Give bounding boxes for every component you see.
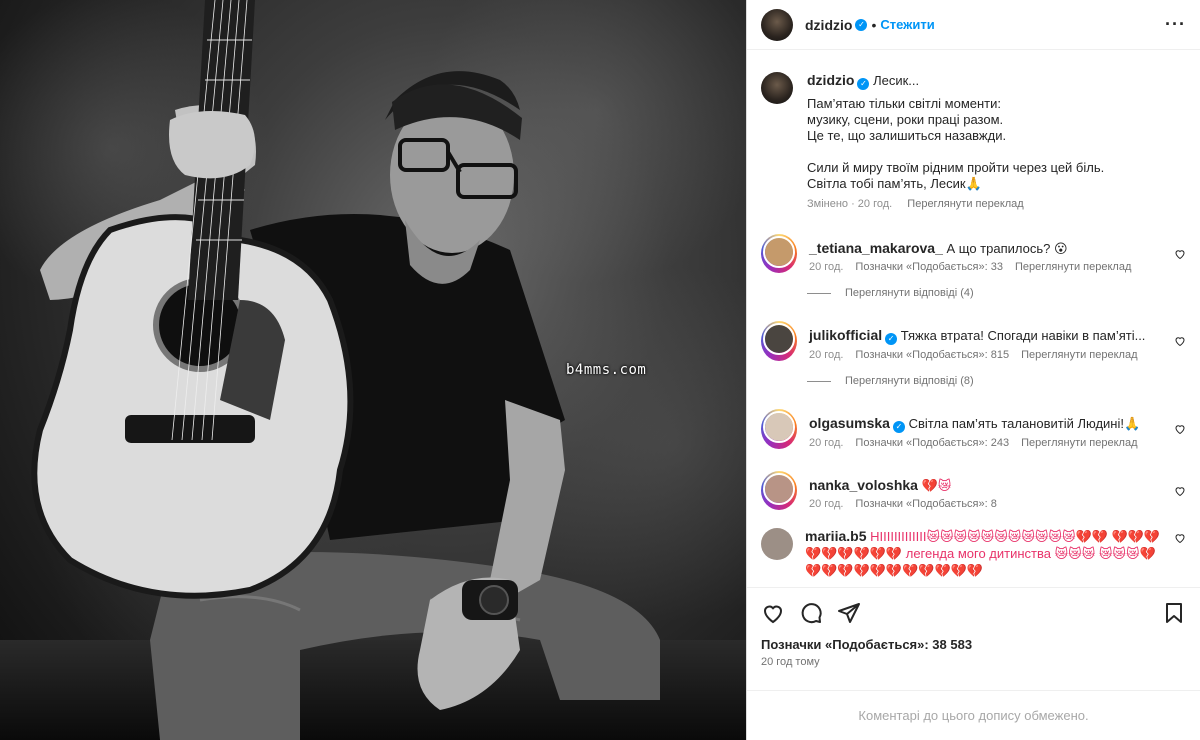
comment-translate-link[interactable]: Переглянути переклад bbox=[1021, 437, 1137, 449]
view-replies-label: Переглянути відповіді (8) bbox=[845, 375, 974, 387]
comment: _tetiana_makarova_ А що трапилось? 😮 20 … bbox=[761, 234, 1186, 273]
caption-edited: Змінено · 20 год. bbox=[807, 198, 893, 210]
caption-line: Пам’ятаю тільки світлі моменти: bbox=[807, 96, 1001, 111]
comment-username[interactable]: olgasumska bbox=[809, 415, 890, 431]
caption-line: музику, сцени, роки праці разом. bbox=[807, 112, 1004, 127]
view-replies-button[interactable]: Переглянути відповіді (8) bbox=[807, 375, 1186, 387]
verified-badge-icon: ✓ bbox=[892, 421, 905, 433]
comment-likes[interactable]: Позначки «Подобається»: 815 bbox=[855, 349, 1009, 361]
comment-text: 💔😿 bbox=[921, 478, 952, 493]
caption-meta: Змінено · 20 год. Переглянути переклад bbox=[807, 196, 1104, 212]
comment-time: 20 год. bbox=[809, 261, 844, 273]
likes-count[interactable]: Позначки «Подобається»: 38 583 bbox=[747, 637, 1200, 652]
comment-likes[interactable]: Позначки «Подобається»: 8 bbox=[855, 498, 996, 510]
comment-avatar[interactable] bbox=[761, 471, 797, 510]
instagram-post: b4mms.com dzidzio ✓ • Стежити ··· dzidzi… bbox=[0, 0, 1200, 740]
like-comment-heart-icon[interactable] bbox=[1174, 532, 1186, 544]
caption-username[interactable]: dzidzio bbox=[807, 72, 854, 88]
comment-username[interactable]: nanka_voloshka bbox=[809, 477, 918, 493]
post-photo[interactable]: b4mms.com bbox=[0, 0, 746, 740]
like-comment-heart-icon[interactable] bbox=[1174, 335, 1186, 347]
comment-avatar[interactable] bbox=[761, 409, 797, 449]
separator-dot: • bbox=[871, 16, 877, 33]
caption-line: Світла тобі пам’ять, Лесик🙏 bbox=[807, 176, 982, 191]
like-comment-heart-icon[interactable] bbox=[1174, 248, 1186, 260]
comment-avatar[interactable] bbox=[761, 234, 797, 273]
comment-text: А що трапилось? 😮 bbox=[946, 241, 1068, 256]
share-paper-plane-icon[interactable] bbox=[837, 601, 861, 625]
post-actions bbox=[747, 587, 1200, 637]
caption-title: Лесик... bbox=[873, 73, 920, 88]
author-username[interactable]: dzidzio bbox=[805, 17, 852, 33]
comment-username[interactable]: julikofficial bbox=[809, 327, 882, 343]
comments-restricted-notice: Коментарі до цього допису обмежено. bbox=[747, 690, 1200, 740]
verified-badge-icon: ✓ bbox=[855, 18, 868, 31]
save-bookmark-icon[interactable] bbox=[1162, 601, 1186, 625]
comment: mariia.b5 НІІІІІІІІІІІІІ😿😿😿😿😿😿😿😿😿😿😿💔💔 💔💔… bbox=[761, 528, 1186, 579]
like-heart-icon[interactable] bbox=[761, 601, 785, 625]
comment-likes[interactable]: Позначки «Подобається»: 33 bbox=[855, 261, 1003, 273]
view-replies-button[interactable]: Переглянути відповіді (4) bbox=[807, 287, 1186, 299]
follow-button[interactable]: Стежити bbox=[880, 17, 934, 32]
comment-text: Світла пам’ять талановитій Людині!🙏 bbox=[908, 416, 1141, 431]
like-comment-heart-icon[interactable] bbox=[1174, 485, 1186, 497]
comment-likes[interactable]: Позначки «Подобається»: 243 bbox=[855, 437, 1009, 449]
watermark-text: b4mms.com bbox=[566, 362, 647, 378]
caption-avatar[interactable] bbox=[761, 72, 793, 104]
comment-translate-link[interactable]: Переглянути переклад bbox=[1015, 261, 1131, 273]
comment-bubble-icon[interactable] bbox=[799, 601, 823, 625]
comment-username[interactable]: mariia.b5 bbox=[805, 528, 866, 544]
comment: nanka_voloshka 💔😿 20 год. Позначки «Подоб… bbox=[761, 471, 1186, 510]
comment-time: 20 год. bbox=[809, 437, 844, 449]
post-sidebar: dzidzio ✓ • Стежити ··· dzidzio ✓ Лесик..… bbox=[746, 0, 1200, 740]
comment-avatar[interactable] bbox=[761, 528, 793, 560]
view-replies-label: Переглянути відповіді (4) bbox=[845, 287, 974, 299]
caption-line: Сили й миру твоїм рідним пройти через це… bbox=[807, 160, 1105, 175]
caption-line: Це те, що залишиться назавжди. bbox=[807, 128, 1007, 143]
comment: julikofficial ✓ Тяжка втрата! Спогади нав… bbox=[761, 321, 1186, 361]
comment-avatar[interactable] bbox=[761, 321, 797, 361]
post-timestamp: 20 год тому bbox=[761, 656, 820, 668]
comment-text: Тяжка втрата! Спогади навіки в пам’яті..… bbox=[900, 328, 1146, 343]
verified-badge-icon: ✓ bbox=[857, 78, 870, 90]
see-translation-link[interactable]: Переглянути переклад bbox=[907, 198, 1023, 210]
comment-username[interactable]: _tetiana_makarova_ bbox=[809, 240, 943, 256]
comment-translate-link[interactable]: Переглянути переклад bbox=[1021, 349, 1137, 361]
comments-scroll[interactable]: dzidzio ✓ Лесик... Пам’ятаю тільки світлі… bbox=[747, 50, 1200, 587]
more-options-icon[interactable]: ··· bbox=[1165, 14, 1186, 35]
comment-time: 20 год. bbox=[809, 349, 844, 361]
caption-text: dzidzio ✓ Лесик... Пам’ятаю тільки світлі… bbox=[807, 72, 1104, 212]
verified-badge-icon: ✓ bbox=[885, 333, 898, 345]
comment: olgasumska ✓ Світла пам’ять талановитій Л… bbox=[761, 409, 1186, 449]
caption: dzidzio ✓ Лесик... Пам’ятаю тільки світлі… bbox=[761, 72, 1186, 212]
author-avatar[interactable] bbox=[761, 8, 793, 41]
like-comment-heart-icon[interactable] bbox=[1174, 423, 1186, 435]
post-header: dzidzio ✓ • Стежити ··· bbox=[747, 0, 1200, 50]
comment-time: 20 год. bbox=[809, 498, 844, 510]
